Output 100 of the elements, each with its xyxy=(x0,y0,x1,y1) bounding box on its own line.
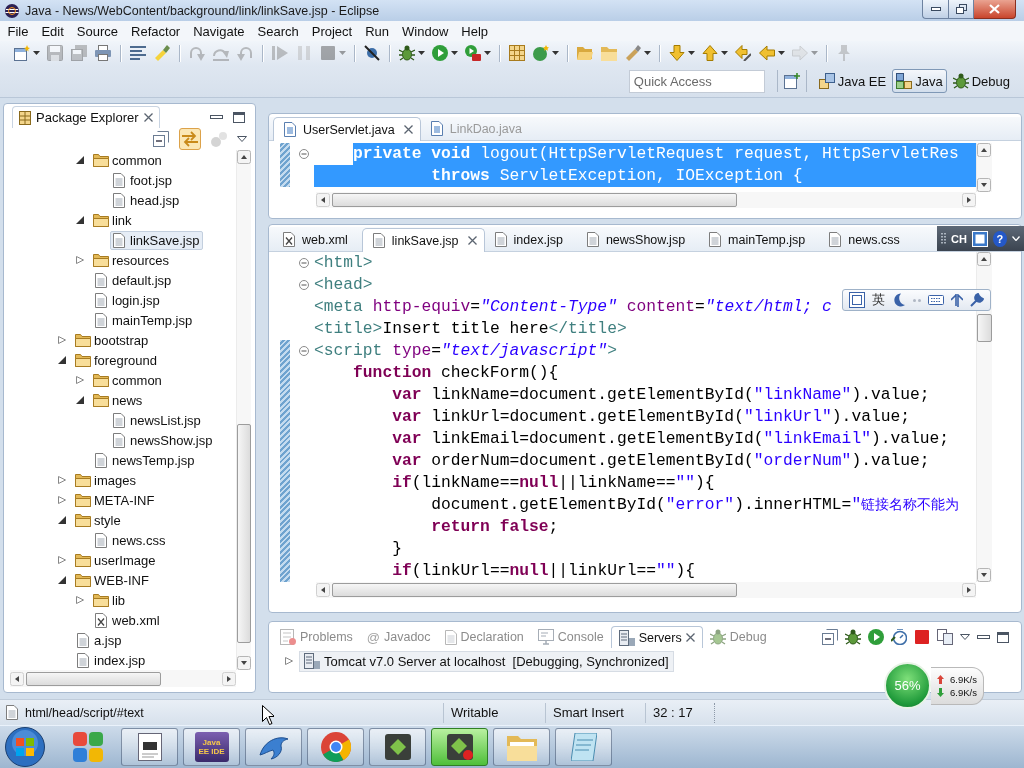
vertical-scrollbar[interactable] xyxy=(976,252,992,582)
dropdown-arrow-icon[interactable] xyxy=(688,51,695,55)
taskbar-button[interactable]: Java EE IDE xyxy=(183,728,240,766)
taskbar-button[interactable] xyxy=(431,728,488,766)
tree-item[interactable]: foreground xyxy=(74,350,161,370)
collapse-all-icon[interactable] xyxy=(822,629,838,645)
tree-item[interactable]: news xyxy=(92,390,147,410)
input-mode-toggle[interactable]: 英 xyxy=(872,291,885,309)
scrollbar-thumb[interactable] xyxy=(332,193,737,207)
tree-item[interactable]: web.xml xyxy=(92,610,164,630)
menu-item[interactable]: File xyxy=(1,23,35,39)
lines-icon[interactable] xyxy=(130,45,146,61)
scrollbar-thumb[interactable] xyxy=(26,671,161,686)
dropdown-arrow-icon[interactable] xyxy=(418,51,425,55)
editor-tab[interactable]: newsShow.jsp xyxy=(576,228,700,251)
tree-item[interactable]: link xyxy=(92,210,136,230)
tree-item[interactable]: news.css xyxy=(92,530,170,550)
tree-item[interactable]: a.jsp xyxy=(74,630,126,650)
dropdown-arrow-icon[interactable] xyxy=(33,51,40,55)
collapsed-arrow-icon[interactable] xyxy=(76,376,84,384)
dropdown-arrow-icon[interactable] xyxy=(552,51,559,55)
minimize-button[interactable] xyxy=(922,0,948,19)
view-toolbar-button[interactable] xyxy=(150,128,172,150)
expanded-arrow-icon[interactable] xyxy=(58,356,66,364)
editor-tab[interactable]: linkSave.jsp xyxy=(361,228,485,252)
start-orb-icon[interactable] xyxy=(5,727,45,767)
minimize-icon[interactable] xyxy=(977,635,990,639)
keyboard-icon[interactable] xyxy=(928,295,944,305)
horizontal-scrollbar[interactable] xyxy=(10,670,236,687)
collapsed-arrow-icon[interactable] xyxy=(76,256,84,264)
printer-icon[interactable] xyxy=(95,45,111,61)
slashed-dot-icon[interactable] xyxy=(364,45,380,61)
stacked-documents-icon[interactable] xyxy=(937,629,953,645)
language-indicator[interactable]: CH xyxy=(951,232,967,245)
minimize-icon[interactable] xyxy=(210,115,223,119)
dropdown-arrow-icon[interactable] xyxy=(778,51,785,55)
tree-item[interactable]: newsShow.jsp xyxy=(110,430,217,450)
tree-item[interactable]: lib xyxy=(92,590,129,610)
tree-item[interactable]: newsList.jsp xyxy=(110,410,205,430)
tree-item[interactable]: common xyxy=(92,370,166,390)
view-tab[interactable]: Problems xyxy=(273,626,360,648)
close-icon[interactable] xyxy=(143,113,153,122)
dropdown-arrow-icon[interactable] xyxy=(721,51,728,55)
tree-item[interactable]: userImage xyxy=(74,550,160,570)
window-plus-icon[interactable] xyxy=(783,73,800,89)
tree-item[interactable]: default.jsp xyxy=(92,270,176,290)
editor-tab[interactable]: UserServlet.java xyxy=(273,117,421,141)
perspective-button[interactable]: Debug xyxy=(948,69,1014,93)
expanded-arrow-icon[interactable] xyxy=(76,216,84,224)
tree-item[interactable]: login.jsp xyxy=(92,290,164,310)
view-tab[interactable]: Servers xyxy=(610,626,703,648)
quick-access-field[interactable]: Quick Access xyxy=(628,69,765,93)
stopwatch-icon[interactable] xyxy=(891,629,907,645)
play-circle-icon[interactable] xyxy=(868,629,884,645)
dots-icon[interactable] xyxy=(913,298,921,302)
vertical-scrollbar[interactable] xyxy=(236,150,251,670)
fold-minus-icon[interactable] xyxy=(299,258,309,268)
scrollbar-thumb[interactable] xyxy=(237,424,251,643)
menu-item[interactable]: Navigate xyxy=(186,23,251,39)
tree-item[interactable]: index.jsp xyxy=(74,650,150,670)
menu-item[interactable]: Search xyxy=(251,23,306,39)
collapsed-arrow-icon[interactable] xyxy=(285,657,293,665)
moon-icon[interactable] xyxy=(892,293,906,307)
menu-item[interactable]: Run xyxy=(358,23,396,39)
expanded-arrow-icon[interactable] xyxy=(76,396,84,404)
dropdown-arrow-icon[interactable] xyxy=(484,51,491,55)
fold-minus-icon[interactable] xyxy=(299,346,309,356)
fold-minus-icon[interactable] xyxy=(299,280,309,290)
view-menu-icon[interactable] xyxy=(960,634,970,640)
wrench-icon[interactable] xyxy=(970,293,984,307)
tree-item[interactable]: common xyxy=(92,150,166,170)
expanded-arrow-icon[interactable] xyxy=(76,156,84,164)
view-tab[interactable]: Declaration xyxy=(437,626,531,648)
collapsed-arrow-icon[interactable] xyxy=(76,596,84,604)
editor-tab[interactable]: news.css xyxy=(819,228,914,251)
tree-item[interactable]: linkSave.jsp xyxy=(110,230,204,250)
play-box-icon[interactable] xyxy=(465,45,481,61)
tree-item[interactable]: head.jsp xyxy=(110,190,184,210)
horizontal-scrollbar[interactable] xyxy=(316,582,976,598)
left-arrow-pencil-icon[interactable] xyxy=(735,45,751,61)
menu-item[interactable]: Source xyxy=(70,23,125,39)
expanded-arrow-icon[interactable] xyxy=(58,576,66,584)
collapsed-arrow-icon[interactable] xyxy=(58,496,66,504)
tree-item[interactable]: style xyxy=(74,510,125,530)
help-button[interactable]: ? xyxy=(992,230,1007,247)
server-item[interactable]: Tomcat v7.0 Server at localhost [Debugging, Synchronized] xyxy=(299,650,674,672)
vertical-scrollbar[interactable] xyxy=(976,143,992,192)
tree-item[interactable]: bootstrap xyxy=(74,330,153,350)
view-tab[interactable]: Console xyxy=(530,626,611,648)
view-tab[interactable]: @ Javadoc xyxy=(359,626,438,648)
collapsed-arrow-icon[interactable] xyxy=(58,476,66,484)
dropdown-arrow-icon[interactable] xyxy=(451,51,458,55)
editor-tab[interactable]: index.jsp xyxy=(484,228,577,251)
horizontal-scrollbar[interactable] xyxy=(316,192,976,208)
view-tab[interactable]: Debug xyxy=(702,626,774,648)
taskbar-button[interactable] xyxy=(369,728,426,766)
menu-item[interactable]: Window xyxy=(395,23,455,39)
taskbar-button[interactable] xyxy=(121,728,178,766)
tree-item[interactable]: newsTemp.jsp xyxy=(92,450,199,470)
menu-item[interactable]: Refactor xyxy=(124,23,187,39)
